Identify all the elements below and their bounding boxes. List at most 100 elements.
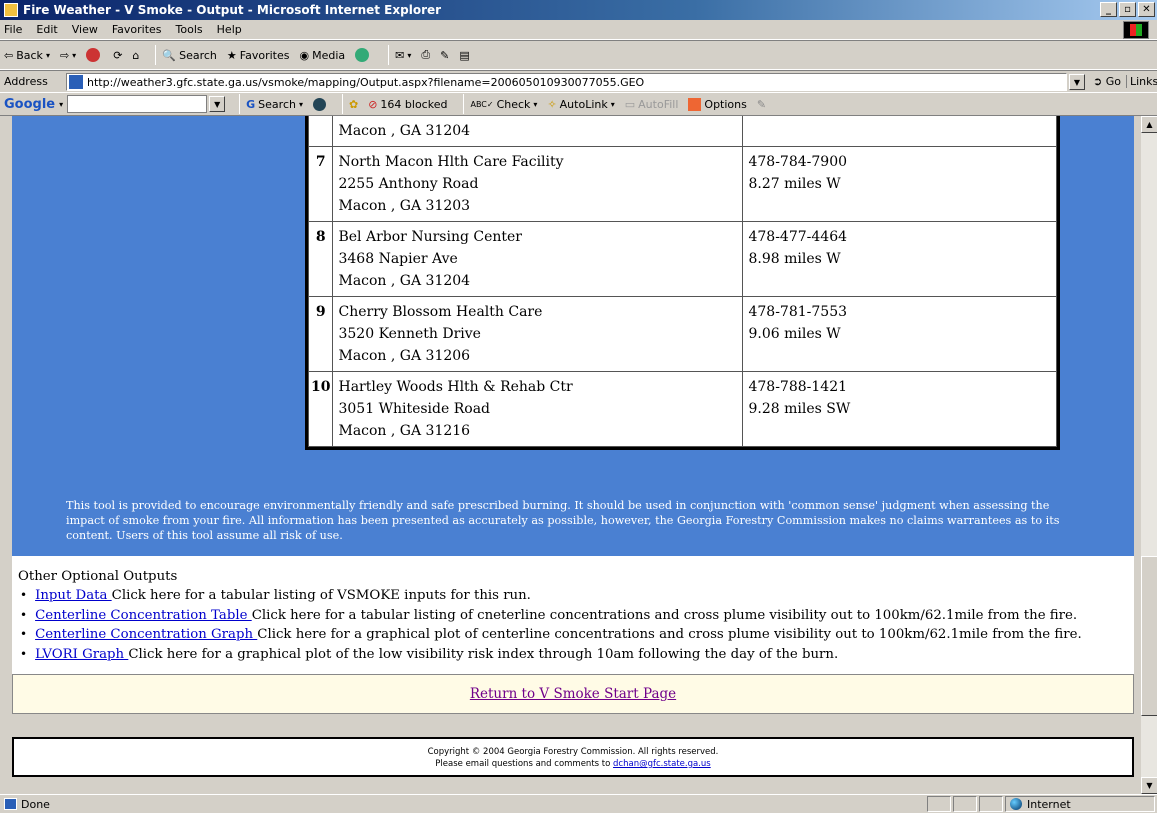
refresh-button[interactable]: ⟳ xyxy=(113,49,122,62)
scroll-down-button[interactable]: ▼ xyxy=(1141,777,1157,794)
pagerank-button[interactable] xyxy=(312,97,326,111)
vertical-scrollbar[interactable]: ▲ ▼ xyxy=(1140,116,1157,794)
row-number: 10 xyxy=(307,371,334,447)
stop-icon xyxy=(86,48,101,62)
facilities-table: Macon , GA 31204 7 North Macon Hlth Care… xyxy=(305,116,1060,450)
lvori-graph-link[interactable]: LVORI Graph xyxy=(35,647,128,662)
facility-contact: 478-788-1421 9.28 miles SW xyxy=(742,371,1057,447)
home-button[interactable]: ⌂ xyxy=(132,49,139,62)
table-row: 9 Cherry Blossom Health Care 3520 Kennet… xyxy=(307,296,1057,372)
table-row: 8 Bel Arbor Nursing Center 3468 Napier A… xyxy=(307,221,1057,297)
google-logo[interactable]: Google xyxy=(4,97,55,112)
return-start-page-link[interactable]: Return to V Smoke Start Page xyxy=(470,686,676,702)
facility-street: 3051 Whiteside Road xyxy=(338,401,490,417)
maximize-button[interactable]: ▫ xyxy=(1119,2,1136,17)
links-button[interactable]: Links xyxy=(1126,75,1157,88)
status-pane xyxy=(979,796,1003,812)
menu-file[interactable]: File xyxy=(4,23,22,36)
popup-blocked-icon: ⊘ xyxy=(368,97,378,111)
list-item: Input Data Click here for a tabular list… xyxy=(18,586,1128,606)
windows-logo-icon xyxy=(1123,21,1149,39)
history-button[interactable] xyxy=(355,48,372,62)
autolink-button[interactable]: ✧ AutoLink ▾ xyxy=(547,98,614,111)
spell-check-button[interactable]: ABC✓ Check ▾ xyxy=(470,98,537,111)
close-button[interactable]: ✕ xyxy=(1138,2,1155,17)
facility-phone: 478-788-1421 xyxy=(748,379,848,395)
options-button[interactable]: Options xyxy=(688,97,747,111)
security-zone: Internet xyxy=(1005,796,1155,812)
menu-help[interactable]: Help xyxy=(217,23,242,36)
optional-outputs-section: Other Optional Outputs Input Data Click … xyxy=(12,556,1134,674)
facility-name: North Macon Hlth Care Facility xyxy=(338,154,564,170)
window-titlebar: Fire Weather - V Smoke - Output - Micros… xyxy=(0,0,1157,20)
google-search-dropdown[interactable]: ▼ xyxy=(209,96,226,112)
facility-distance: 8.27 miles W xyxy=(748,176,841,192)
centerline-table-link[interactable]: Centerline Concentration Table xyxy=(35,608,252,623)
facility-info: Cherry Blossom Health Care 3520 Kenneth … xyxy=(332,296,744,372)
pencil-icon[interactable]: ✎ xyxy=(757,98,766,111)
discuss-button[interactable]: ▤ xyxy=(459,49,469,62)
stop-button[interactable] xyxy=(86,48,103,62)
mail-button[interactable]: ✉ ▾ xyxy=(395,49,411,62)
facility-street: 2255 Anthony Road xyxy=(338,176,479,192)
google-search-button[interactable]: G Search ▾ xyxy=(246,98,303,111)
menu-edit[interactable]: Edit xyxy=(36,23,57,36)
back-button[interactable]: ⇦ Back ▾ xyxy=(4,49,50,62)
facility-city: Macon , GA 31203 xyxy=(338,198,471,214)
address-dropdown-button[interactable]: ▼ xyxy=(1069,74,1085,90)
media-button[interactable]: ◉ Media xyxy=(299,49,345,62)
page-status-icon xyxy=(4,798,17,810)
popup-blocker-button[interactable]: ⊘ 164 blocked xyxy=(368,98,447,111)
internet-zone-icon xyxy=(1010,798,1022,810)
facility-name: Cherry Blossom Health Care xyxy=(338,304,543,320)
forward-button[interactable]: ⇨ ▾ xyxy=(60,49,76,62)
contact-line: Please email questions and comments to d… xyxy=(435,759,711,769)
search-button[interactable]: 🔍 Search xyxy=(162,49,217,62)
facility-name: Hartley Woods Hlth & Rehab Ctr xyxy=(338,379,573,395)
favorites-icon: ★ xyxy=(226,48,237,62)
facility-info: North Macon Hlth Care Facility 2255 Anth… xyxy=(332,146,744,222)
return-bar: Return to V Smoke Start Page xyxy=(12,674,1134,714)
mail-icon: ✉ xyxy=(395,48,405,62)
favorites-button[interactable]: ★ Favorites xyxy=(227,49,290,62)
disclaimer-text: This tool is provided to encourage envir… xyxy=(66,499,1060,542)
email-link[interactable]: dchan@gfc.state.ga.us xyxy=(613,759,711,769)
menu-view[interactable]: View xyxy=(72,23,98,36)
table-row: Macon , GA 31204 xyxy=(307,116,1057,147)
print-button[interactable]: ⎙ xyxy=(421,48,430,62)
facility-street: 3520 Kenneth Drive xyxy=(338,326,481,342)
page-footer: Copyright © 2004 Georgia Forestry Commis… xyxy=(12,737,1134,777)
menu-tools[interactable]: Tools xyxy=(176,23,203,36)
scroll-thumb[interactable] xyxy=(1141,556,1157,716)
facility-city: Macon , GA 31204 xyxy=(338,273,471,289)
facility-phone: 478-781-7553 xyxy=(748,304,848,320)
list-item: LVORI Graph Click here for a graphical p… xyxy=(18,645,1128,665)
facility-contact: 478-781-7553 9.06 miles W xyxy=(742,296,1057,372)
status-pane xyxy=(953,796,977,812)
page-viewport: Macon , GA 31204 7 North Macon Hlth Care… xyxy=(0,116,1140,794)
facility-phone: 478-477-4464 xyxy=(748,229,848,245)
centerline-graph-link[interactable]: Centerline Concentration Graph xyxy=(35,627,257,642)
list-item: Centerline Concentration Table Click her… xyxy=(18,606,1128,626)
row-number xyxy=(307,116,334,147)
optional-outputs-list: Input Data Click here for a tabular list… xyxy=(18,586,1128,664)
list-item: Centerline Concentration Graph Click her… xyxy=(18,625,1128,645)
status-bar: Done Internet xyxy=(0,794,1157,813)
home-icon: ⌂ xyxy=(132,48,140,62)
table-row: 7 North Macon Hlth Care Facility 2255 An… xyxy=(307,146,1057,222)
address-input[interactable]: http://weather3.gfc.state.ga.us/vsmoke/m… xyxy=(66,73,1067,91)
address-label: Address xyxy=(4,75,48,88)
google-search-input[interactable] xyxy=(67,95,208,113)
minimize-button[interactable]: _ xyxy=(1100,2,1117,17)
optional-outputs-heading: Other Optional Outputs xyxy=(18,569,178,584)
autofill-button[interactable]: ▭ AutoFill xyxy=(625,98,679,111)
scroll-up-button[interactable]: ▲ xyxy=(1141,116,1157,133)
input-data-link[interactable]: Input Data xyxy=(35,588,112,603)
go-button[interactable]: ➲ Go xyxy=(1093,75,1121,88)
menu-favorites[interactable]: Favorites xyxy=(112,23,162,36)
highlight-button[interactable]: ✿ xyxy=(349,98,358,111)
history-icon xyxy=(355,48,370,62)
facility-name: Bel Arbor Nursing Center xyxy=(338,229,522,245)
facility-distance: 8.98 miles W xyxy=(748,251,841,267)
edit-button[interactable]: ✎ xyxy=(440,49,449,62)
